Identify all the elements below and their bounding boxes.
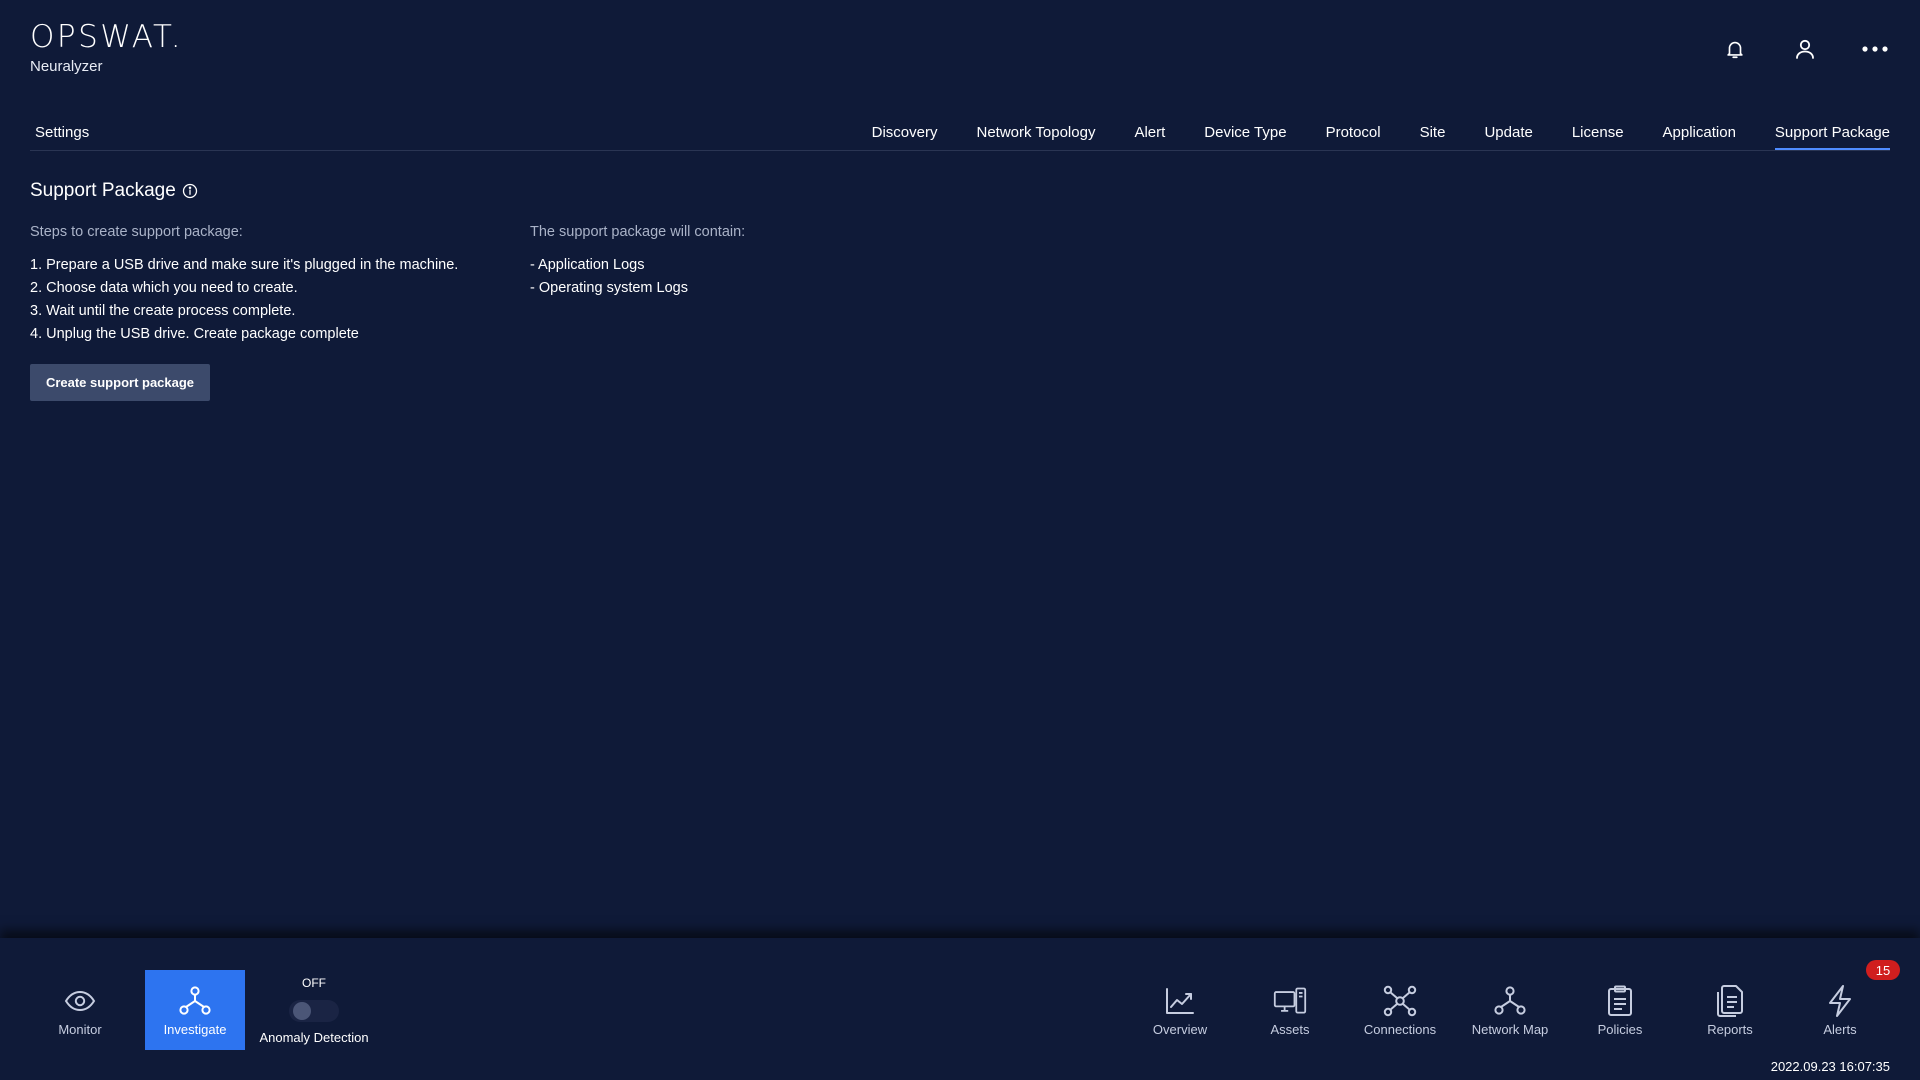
nav-reports-label: Reports	[1707, 1021, 1753, 1037]
eye-icon	[63, 984, 97, 1018]
network-icon	[1383, 984, 1417, 1018]
tab-network-topology[interactable]: Network Topology	[977, 118, 1096, 149]
bolt-icon	[1823, 984, 1857, 1018]
more-icon[interactable]	[1860, 34, 1890, 64]
tab-discovery[interactable]: Discovery	[872, 118, 938, 149]
app-window: OPSWAT. Neuralyzer Settings Discovery Ne…	[0, 0, 1920, 1080]
brand: OPSWAT. Neuralyzer	[30, 20, 183, 75]
nav-connections[interactable]: Connections	[1350, 970, 1450, 1050]
nav-monitor-label: Monitor	[58, 1021, 102, 1037]
nav-alerts-label: Alerts	[1823, 1021, 1857, 1037]
network-map-icon	[1493, 984, 1527, 1018]
nav-overview[interactable]: Overview	[1130, 970, 1230, 1050]
nav-connections-label: Connections	[1363, 1021, 1437, 1037]
step-item: 3. Wait until the create process complet…	[30, 303, 296, 319]
contents-item: - Operating system Logs	[530, 280, 688, 296]
tab-application[interactable]: Application	[1663, 118, 1736, 149]
step-item: 4. Unplug the USB drive. Create package …	[30, 326, 359, 342]
page-title-row: Support Package	[30, 180, 198, 202]
toggle-knob	[293, 1002, 311, 1020]
devices-icon	[1273, 984, 1307, 1018]
nav-investigate-label: Investigate	[163, 1021, 227, 1037]
contents-section: The support package will contain: - Appl…	[530, 224, 930, 300]
steps-heading: Steps to create support package:	[30, 224, 243, 240]
nav-overview-label: Overview	[1152, 1021, 1208, 1037]
tab-site[interactable]: Site	[1420, 118, 1446, 149]
alerts-count-badge: 15	[1866, 960, 1900, 980]
anomaly-detection-label: Anomaly Detection	[259, 1030, 369, 1045]
nav-policies-label: Policies	[1597, 1021, 1643, 1037]
brand-logo: OPSWAT.	[30, 19, 184, 55]
bell-icon[interactable]	[1720, 34, 1750, 64]
nav-policies[interactable]: Policies	[1570, 970, 1670, 1050]
tab-device-type[interactable]: Device Type	[1204, 118, 1286, 149]
tab-alert[interactable]: Alert	[1134, 118, 1165, 149]
tab-update[interactable]: Update	[1484, 118, 1532, 149]
nav-alerts[interactable]: Alerts	[1790, 970, 1890, 1050]
nav-assets-label: Assets	[1270, 1021, 1310, 1037]
settings-tab-bar: Settings Discovery Network Topology Aler…	[30, 118, 1891, 151]
nav-network-map-label: Network Map	[1471, 1021, 1549, 1037]
tab-license[interactable]: License	[1572, 118, 1624, 149]
header-actions	[1720, 34, 1890, 64]
nav-reports[interactable]: Reports	[1680, 970, 1780, 1050]
anomaly-detection-control: OFF Anomaly Detection	[258, 976, 370, 1045]
user-icon[interactable]	[1790, 34, 1820, 64]
tab-support-package[interactable]: Support Package	[1774, 118, 1891, 150]
nav-assets[interactable]: Assets	[1240, 970, 1340, 1050]
support-package-panel: Support Package Steps to create support …	[30, 180, 745, 401]
product-name: Neuralyzer	[30, 58, 103, 75]
step-item: 1. Prepare a USB drive and make sure it'…	[30, 257, 459, 273]
nav-network-map[interactable]: Network Map	[1460, 970, 1560, 1050]
page-title: Support Package	[30, 180, 176, 201]
tab-protocol[interactable]: Protocol	[1326, 118, 1381, 149]
timestamp: 2022.09.23 16:07:35	[1770, 1059, 1890, 1074]
anomaly-state: OFF	[302, 976, 326, 990]
step-item: 2. Choose data which you need to create.	[30, 280, 298, 296]
nav-monitor[interactable]: Monitor	[30, 970, 130, 1050]
info-icon[interactable]	[182, 183, 198, 199]
settings-title: Settings	[35, 124, 90, 141]
contents-item: - Application Logs	[530, 257, 645, 273]
bottom-nav-bar: Monitor Investigate OFF Anomaly Detectio…	[0, 938, 1920, 1080]
create-support-package-button[interactable]: Create support package	[30, 364, 210, 401]
nav-investigate[interactable]: Investigate	[145, 970, 245, 1050]
contents-heading: The support package will contain:	[530, 224, 746, 240]
chart-line-icon	[1163, 984, 1197, 1018]
reports-icon	[1713, 984, 1747, 1018]
steps-section: Steps to create support package: 1. Prep…	[30, 224, 510, 346]
anomaly-detection-toggle[interactable]	[289, 1000, 339, 1022]
hierarchy-icon	[178, 984, 212, 1018]
clipboard-icon	[1603, 984, 1637, 1018]
tabs: Discovery Network Topology Alert Device …	[833, 118, 1891, 150]
